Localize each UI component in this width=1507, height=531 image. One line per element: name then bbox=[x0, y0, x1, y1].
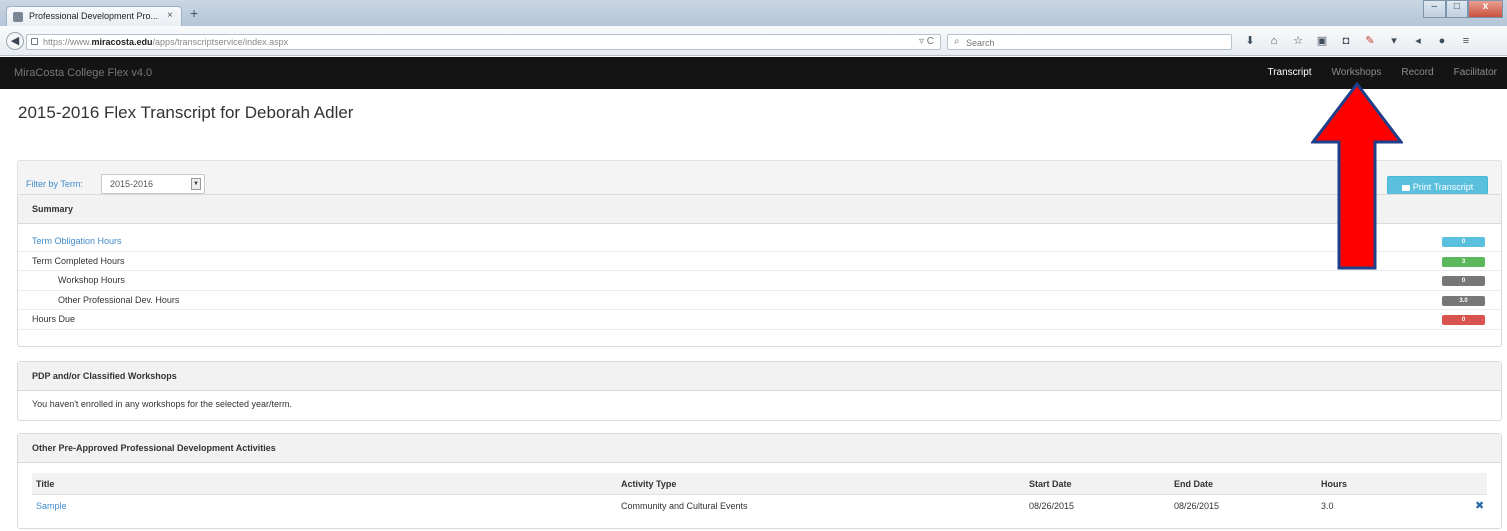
browser-tab[interactable]: Professional Development Pro... × bbox=[6, 6, 182, 26]
status-badge: 3 bbox=[1442, 256, 1485, 267]
summary-label[interactable]: Term Obligation Hours bbox=[32, 236, 122, 246]
term-select-value: 2015-2016 bbox=[110, 179, 154, 189]
search-icon: ⌕ bbox=[954, 36, 960, 47]
tab-close-icon[interactable]: × bbox=[167, 10, 173, 21]
dropdown-icon[interactable]: ▾ bbox=[1388, 35, 1400, 47]
summary-row-obligation[interactable]: Term Obligation Hours 0 bbox=[18, 232, 1501, 252]
pocket-icon[interactable]: ◘ bbox=[1340, 35, 1352, 47]
summary-row-other-pd: Other Professional Dev. Hours 3.0 bbox=[18, 291, 1501, 310]
table-row: Sample Community and Cultural Events 08/… bbox=[32, 495, 1487, 517]
home-icon[interactable]: ⌂ bbox=[1268, 35, 1280, 47]
summary-label: Workshop Hours bbox=[58, 275, 125, 285]
summary-label: Other Professional Dev. Hours bbox=[58, 294, 180, 305]
delete-icon[interactable]: ✖ bbox=[1475, 495, 1484, 517]
browser-search-box[interactable]: ⌕ bbox=[947, 34, 1232, 50]
summary-panel: Summary Term Obligation Hours 0 Term Com… bbox=[17, 194, 1502, 347]
activity-start-date: 08/26/2015 bbox=[1029, 501, 1075, 511]
column-title: Title bbox=[36, 479, 55, 489]
new-tab-icon[interactable]: + bbox=[190, 6, 198, 20]
status-badge: 3.0 bbox=[1442, 295, 1485, 306]
reload-icon[interactable]: ▿ C bbox=[919, 36, 934, 47]
app-header: MiraCosta College Flex v4.0 Transcript W… bbox=[0, 57, 1507, 89]
status-badge: 0 bbox=[1442, 237, 1485, 247]
browser-tab-strip: Professional Development Pro... × + – □ … bbox=[0, 0, 1507, 26]
activity-end-date: 08/26/2015 bbox=[1174, 501, 1220, 511]
page-title: 2015-2016 Flex Transcript for Deborah Ad… bbox=[18, 103, 354, 122]
browser-nav-bar: ◀ https://www.miracosta.edu/apps/transcr… bbox=[0, 26, 1507, 56]
maximize-button[interactable]: □ bbox=[1445, 0, 1469, 18]
send-icon[interactable]: ◂ bbox=[1412, 35, 1424, 47]
term-select[interactable]: 2015-2016 ▼ bbox=[101, 174, 205, 194]
table-header: Title Activity Type Start Date End Date … bbox=[32, 473, 1487, 495]
menu-icon[interactable]: ≡ bbox=[1460, 35, 1472, 47]
extension-icon[interactable]: ✎ bbox=[1364, 35, 1376, 47]
summary-row-workshop: Workshop Hours 0 bbox=[18, 271, 1501, 291]
favicon-icon bbox=[13, 12, 23, 22]
column-start-date: Start Date bbox=[1029, 479, 1072, 489]
summary-heading: Summary bbox=[18, 195, 1501, 224]
minimize-button[interactable]: – bbox=[1423, 0, 1446, 18]
nav-facilitator[interactable]: Facilitator bbox=[1444, 57, 1507, 89]
browser-toolbar: ⬇ ⌂ ☆ ▣ ◘ ✎ ▾ ◂ ● ≡ bbox=[1244, 35, 1472, 47]
window-controls: – □ x bbox=[1423, 0, 1504, 20]
activity-title-link[interactable]: Sample bbox=[36, 495, 67, 517]
lock-icon bbox=[31, 38, 38, 45]
app-brand[interactable]: MiraCosta College Flex v4.0 bbox=[14, 67, 152, 79]
close-window-button[interactable]: x bbox=[1468, 0, 1504, 18]
filter-term-label: Filter by Term: bbox=[26, 179, 83, 189]
download-icon[interactable]: ⬇ bbox=[1244, 35, 1256, 47]
other-activities-panel: Other Pre-Approved Professional Developm… bbox=[17, 433, 1502, 529]
summary-label: Hours Due bbox=[32, 314, 76, 324]
workshops-panel: PDP and/or Classified Workshops You have… bbox=[17, 361, 1502, 421]
column-hours: Hours bbox=[1321, 479, 1348, 489]
red-up-arrow-annotation bbox=[1311, 82, 1403, 270]
status-badge: 0 bbox=[1442, 315, 1485, 325]
chat-icon[interactable]: ● bbox=[1436, 35, 1448, 47]
other-activities-heading: Other Pre-Approved Professional Developm… bbox=[18, 434, 1501, 463]
browser-search-input[interactable] bbox=[966, 36, 1226, 49]
status-badge: 0 bbox=[1442, 276, 1485, 286]
activity-hours: 3.0 bbox=[1321, 501, 1334, 511]
workshops-heading: PDP and/or Classified Workshops bbox=[18, 362, 1501, 391]
summary-label: Term Completed Hours bbox=[32, 255, 125, 266]
activities-table: Title Activity Type Start Date End Date … bbox=[32, 473, 1487, 517]
url-text: https://www.miracosta.edu/apps/transcrip… bbox=[43, 37, 289, 47]
print-transcript-label: Print Transcript bbox=[1412, 182, 1474, 192]
column-end-date: End Date bbox=[1174, 479, 1214, 489]
activity-type: Community and Cultural Events bbox=[621, 501, 748, 511]
column-activity-type: Activity Type bbox=[621, 479, 677, 489]
address-bar[interactable]: https://www.miracosta.edu/apps/transcrip… bbox=[26, 34, 941, 50]
bookmark-star-icon[interactable]: ☆ bbox=[1292, 35, 1304, 47]
empty-message: You haven't enrolled in any workshops fo… bbox=[32, 399, 293, 409]
chevron-down-icon[interactable]: ▼ bbox=[191, 178, 201, 190]
summary-row-completed: Term Completed Hours 3 bbox=[18, 252, 1501, 271]
browser-tab-title: Professional Development Pro... bbox=[29, 11, 159, 21]
clipboard-icon[interactable]: ▣ bbox=[1316, 35, 1328, 47]
summary-row-due: Hours Due 0 bbox=[18, 310, 1501, 330]
back-button[interactable]: ◀ bbox=[6, 32, 24, 50]
